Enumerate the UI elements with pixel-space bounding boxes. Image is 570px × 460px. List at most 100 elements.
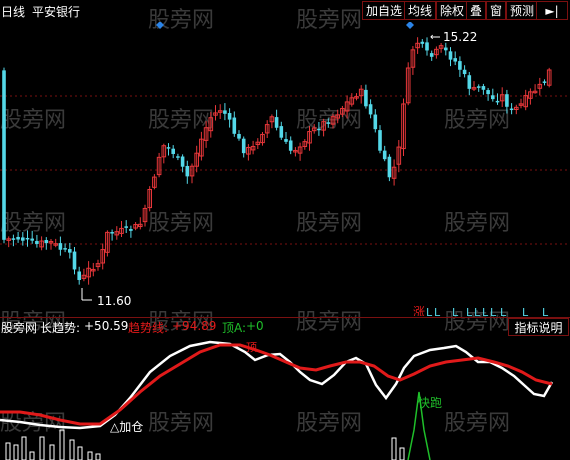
candle-body — [425, 42, 429, 51]
candle-body — [288, 140, 293, 151]
period-label[interactable]: 日线 — [1, 3, 25, 20]
candle-body — [462, 69, 467, 75]
volume-bar — [21, 436, 27, 460]
quick-run-label: 快跑 — [418, 396, 442, 410]
volume-bar — [69, 439, 75, 460]
candle-body — [476, 86, 481, 88]
indicator-name: 长趋势: — [40, 321, 81, 335]
trend-line-label: 趋势线: — [128, 321, 169, 335]
long-trend-value: +50.59 — [84, 319, 129, 333]
L-signal: L — [426, 306, 433, 316]
L-signal: L — [474, 306, 481, 316]
candle-body — [284, 139, 288, 142]
candle-body — [453, 58, 457, 62]
top-marker: 顶 — [246, 341, 257, 354]
candle-body — [30, 238, 34, 241]
volume-bar — [87, 451, 93, 460]
indicator-site: 股旁网 — [1, 321, 38, 335]
candle-body — [227, 113, 232, 120]
volume-bar — [77, 446, 83, 460]
candle-body — [180, 156, 185, 167]
low-price-label: 11.60 — [97, 294, 131, 308]
candle-body — [58, 243, 63, 250]
volume-bar — [391, 437, 397, 460]
long-trend-line — [0, 340, 554, 430]
candle-body — [364, 89, 368, 107]
candle-body — [232, 117, 237, 134]
candle-body — [444, 47, 448, 51]
candle-body — [373, 114, 378, 130]
candle-body — [317, 128, 321, 131]
L-signal: L — [434, 306, 441, 316]
candle-body — [72, 251, 77, 270]
top-a-value: +0 — [246, 319, 264, 333]
candle-body — [237, 133, 241, 139]
candle-body — [382, 150, 387, 160]
high-arrow-icon: ← — [430, 32, 438, 43]
candle-body — [274, 117, 279, 128]
volume-bar — [95, 453, 101, 460]
L-signal: L — [542, 306, 549, 316]
L-signal: L — [490, 306, 497, 316]
candle-body — [21, 237, 25, 241]
volume-bar — [39, 436, 45, 460]
diamond-marker-icon[interactable] — [406, 22, 414, 29]
overlay-button[interactable]: 叠 — [466, 1, 487, 20]
stock-name: 平安银行 — [32, 5, 81, 19]
candle-body — [387, 156, 392, 178]
candles — [2, 37, 552, 285]
play-end-icon[interactable]: ►| — [536, 1, 568, 20]
indicator-description-button[interactable]: 指标说明 — [508, 318, 569, 336]
L-signal: L — [466, 306, 473, 316]
candle-body — [505, 94, 509, 107]
top-a-label: 顶A: — [222, 321, 247, 335]
candle-body — [448, 51, 453, 60]
trend-line-value: +94.89 — [172, 319, 217, 333]
candle-body — [241, 138, 246, 154]
candle-body — [44, 240, 49, 244]
L-signal: L — [500, 306, 507, 316]
diamond-marker-icon[interactable] — [156, 22, 164, 29]
candle-body — [420, 41, 425, 44]
volume-bar — [399, 447, 405, 460]
window-button[interactable]: 窗 — [486, 1, 507, 20]
L-signal: L — [522, 306, 529, 316]
candle-body — [481, 86, 486, 90]
ex-rights-button[interactable]: 除权 — [436, 1, 469, 20]
trend-line — [0, 343, 553, 426]
forecast-button[interactable]: 预测 — [506, 1, 539, 20]
candle-body — [176, 156, 180, 158]
volume-bar — [5, 442, 11, 460]
add-position-label: △加仓 — [110, 420, 143, 434]
candle-body — [368, 104, 373, 115]
indicator-chart[interactable]: 顶 快跑 △加仓 — [0, 336, 570, 460]
high-price-label: 15.22 — [443, 30, 477, 44]
moving-average-button[interactable]: 均线 — [404, 1, 437, 20]
top-bar: 日线 平安银行 加自选 均线 除权 叠 窗 预测 ►| — [0, 0, 570, 22]
candle-body — [326, 122, 331, 124]
candle-body — [509, 108, 514, 111]
candle-body — [35, 240, 39, 244]
candle-body — [429, 53, 434, 57]
candle-body — [279, 126, 284, 138]
volume-bars — [5, 429, 405, 460]
candle-body — [25, 237, 30, 240]
panel-divider — [0, 317, 570, 318]
candle-body — [77, 271, 81, 281]
candle-body — [11, 238, 16, 240]
add-watchlist-button[interactable]: 加自选 — [362, 1, 407, 20]
candle-body — [110, 232, 114, 234]
candle-body — [2, 70, 6, 240]
L-signal: L — [452, 306, 459, 316]
L-signal: L — [482, 306, 489, 316]
candle-body — [63, 248, 67, 250]
candle-body — [486, 90, 490, 95]
candlestick-chart[interactable]: ← 15.22 11.60 涨 L L L L L L L L L L — [0, 22, 570, 316]
candle-body — [458, 61, 462, 70]
candle-body — [378, 130, 382, 151]
candle-body — [124, 226, 128, 228]
volume-bar — [49, 444, 55, 460]
candle-body — [495, 100, 500, 103]
candle-body — [223, 110, 227, 114]
candle-body — [166, 147, 171, 149]
